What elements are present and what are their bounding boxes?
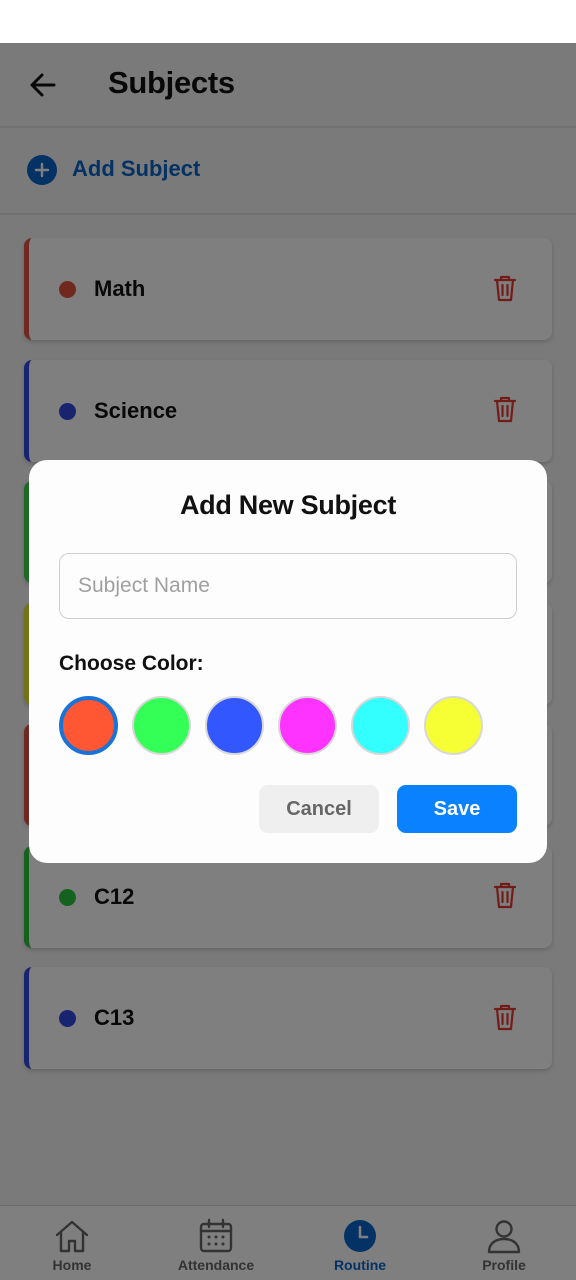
color-picker [59, 696, 483, 755]
save-button[interactable]: Save [397, 785, 517, 833]
subject-name-input[interactable] [59, 553, 517, 619]
screen: Subjects Add Subject MathScienceC12C13 H… [0, 0, 576, 1280]
dialog-title: Add New Subject [179, 490, 397, 520]
color-swatch[interactable] [59, 696, 118, 755]
choose-color-label: Choose Color: [59, 652, 204, 675]
color-swatch[interactable] [132, 696, 191, 755]
color-swatch[interactable] [424, 696, 483, 755]
status-bar [0, 0, 576, 43]
add-subject-dialog: Add New Subject Choose Color: Cancel Sav… [29, 460, 547, 863]
color-swatch[interactable] [205, 696, 264, 755]
cancel-button[interactable]: Cancel [259, 785, 379, 833]
color-swatch[interactable] [351, 696, 410, 755]
color-swatch[interactable] [278, 696, 337, 755]
